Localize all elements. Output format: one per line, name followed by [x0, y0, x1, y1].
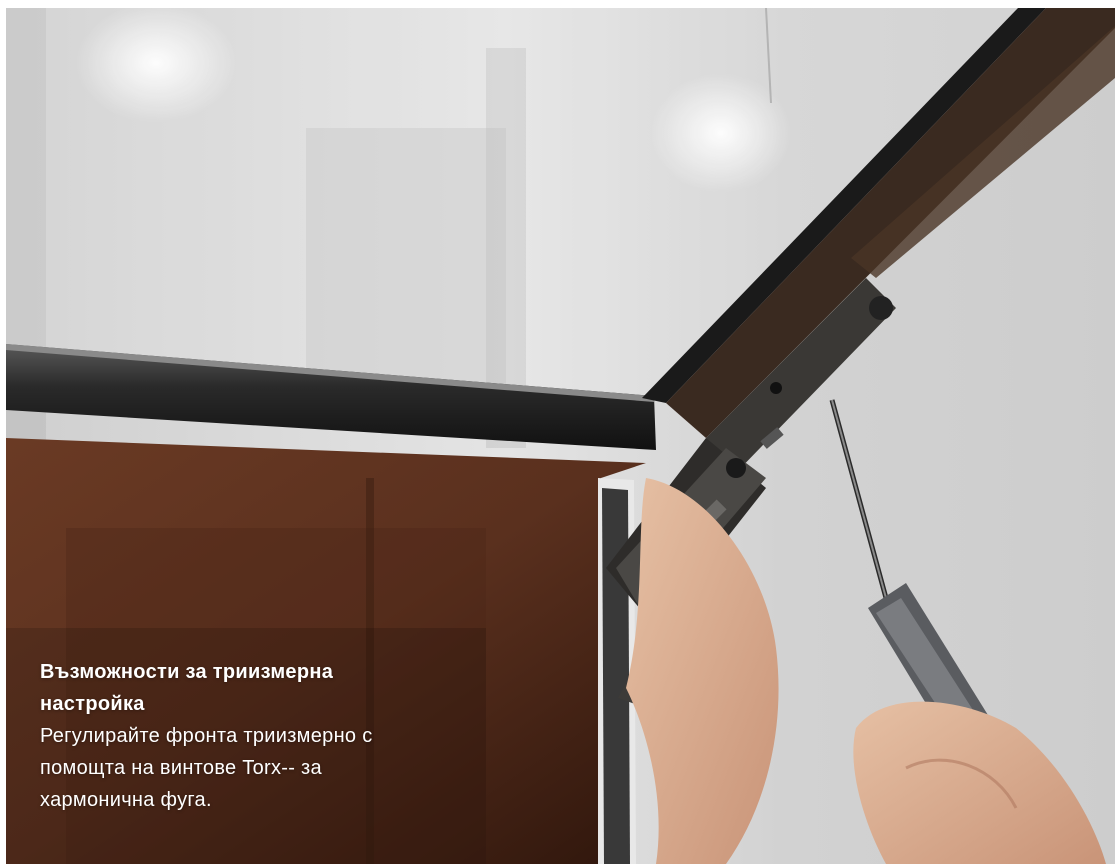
caption-body: Регулирайте фронта триизмерно с помощта …: [40, 725, 373, 811]
caption-title: Възможности за триизмерна настройка: [40, 661, 334, 715]
feature-caption: Възможности за триизмерна настройка Регу…: [40, 656, 400, 816]
product-photo-frame: Възможности за триизмерна настройка Регу…: [0, 0, 1117, 866]
